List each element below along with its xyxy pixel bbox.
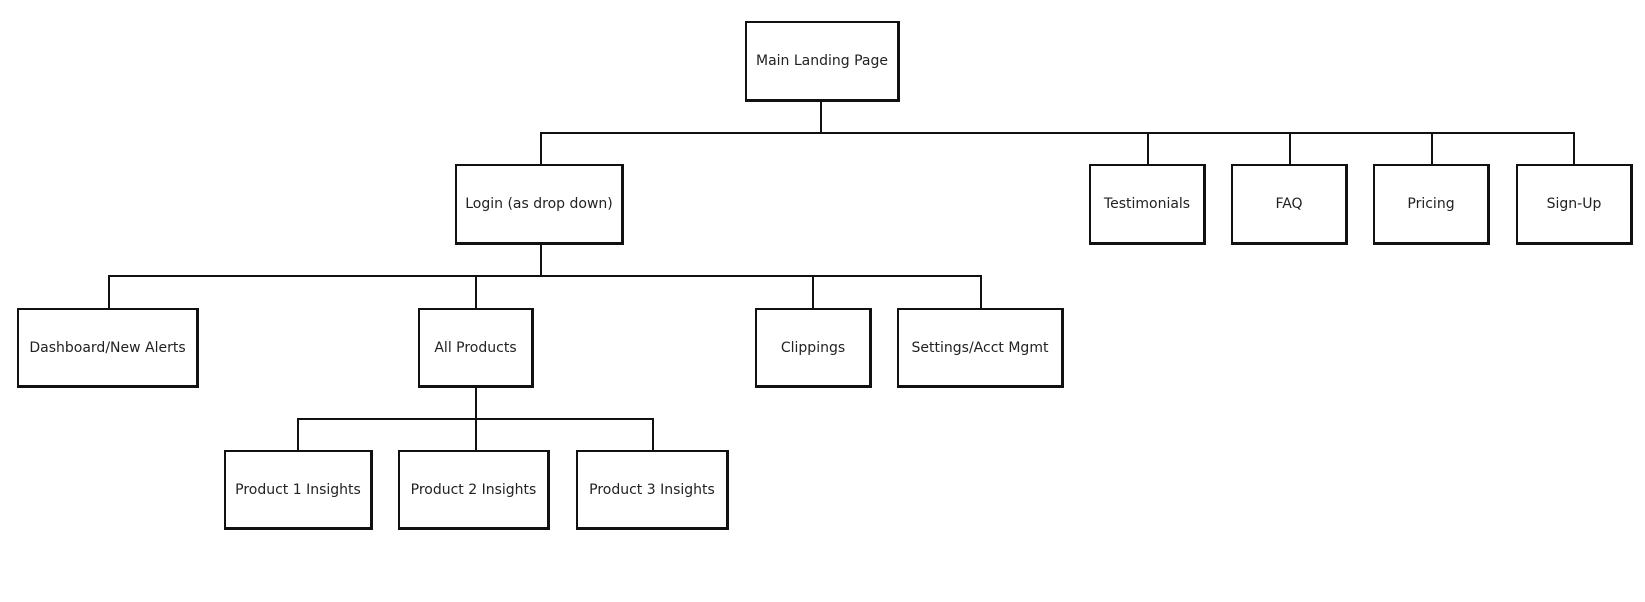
connector <box>475 418 477 450</box>
connector <box>108 275 110 308</box>
connector <box>540 244 542 277</box>
connector <box>540 132 1575 134</box>
connector <box>1289 132 1291 164</box>
node-testimonials[interactable]: Testimonials <box>1089 164 1206 245</box>
node-label: Product 1 Insights <box>235 481 361 498</box>
connector <box>297 418 299 450</box>
node-label: All Products <box>434 339 517 356</box>
connector <box>475 387 477 420</box>
connector <box>540 132 542 164</box>
connector <box>820 101 822 134</box>
connector <box>1573 132 1575 164</box>
node-main-landing-page[interactable]: Main Landing Page <box>745 21 900 102</box>
connector <box>980 275 982 308</box>
node-login[interactable]: Login (as drop down) <box>455 164 624 245</box>
connector <box>652 418 654 450</box>
node-label: FAQ <box>1275 196 1303 212</box>
node-label: Pricing <box>1407 196 1455 212</box>
node-label: Sign-Up <box>1546 196 1602 212</box>
node-clippings[interactable]: Clippings <box>755 308 872 388</box>
node-label: Dashboard/New Alerts <box>29 339 186 356</box>
node-product-1-insights[interactable]: Product 1 Insights <box>224 450 373 530</box>
node-label: Login (as drop down) <box>465 196 613 212</box>
node-label: Product 3 Insights <box>589 481 715 498</box>
connector <box>475 275 477 308</box>
node-dashboard[interactable]: Dashboard/New Alerts <box>17 308 199 388</box>
node-label: Testimonials <box>1103 196 1191 212</box>
node-sign-up[interactable]: Sign-Up <box>1516 164 1633 245</box>
node-product-2-insights[interactable]: Product 2 Insights <box>398 450 550 530</box>
node-product-3-insights[interactable]: Product 3 Insights <box>576 450 729 530</box>
node-label: Settings/Acct Mgmt <box>911 339 1049 356</box>
connector <box>108 275 982 277</box>
connector <box>1147 132 1149 164</box>
connector <box>812 275 814 308</box>
node-pricing[interactable]: Pricing <box>1373 164 1490 245</box>
node-faq[interactable]: FAQ <box>1231 164 1348 245</box>
node-settings[interactable]: Settings/Acct Mgmt <box>897 308 1064 388</box>
node-label: Product 2 Insights <box>410 481 537 498</box>
node-all-products[interactable]: All Products <box>418 308 534 388</box>
node-label: Main Landing Page <box>755 53 888 69</box>
connector <box>1431 132 1433 164</box>
node-label: Clippings <box>780 339 846 356</box>
